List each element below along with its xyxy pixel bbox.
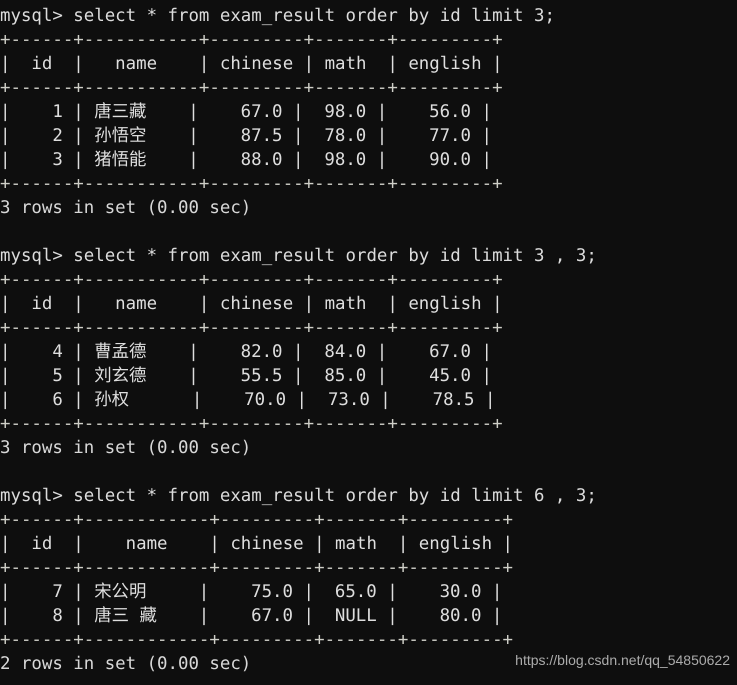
table-row: | 4 | 曹孟德 | 82.0 | 84.0 | 67.0 | <box>0 342 492 362</box>
table-rule-top-2: +------+-----------+---------+-------+--… <box>0 270 503 290</box>
terminal-window[interactable]: mysql> select * from exam_result order b… <box>0 0 737 685</box>
prompt-line-2: mysql> select * from exam_result order b… <box>0 246 597 266</box>
table-row: | 8 | 唐三 藏 | 67.0 | NULL | 80.0 | <box>0 606 503 626</box>
table-header-3: | id | name | chinese | math | english | <box>0 534 514 554</box>
table-row: | 2 | 孙悟空 | 87.5 | 78.0 | 77.0 | <box>0 126 492 146</box>
table-row: | 6 | 孙权 | 70.0 | 73.0 | 78.5 | <box>0 390 496 410</box>
table-rule-top-3: +------+------------+---------+-------+-… <box>0 510 514 530</box>
table-rule-bottom-1: +------+-----------+---------+-------+--… <box>0 174 503 194</box>
table-header-2: | id | name | chinese | math | english | <box>0 294 503 314</box>
table-rule-mid-1: +------+-----------+---------+-------+--… <box>0 78 503 98</box>
table-rule-bottom-3: +------+------------+---------+-------+-… <box>0 630 514 650</box>
watermark: https://blog.csdn.net/qq_54850622 <box>515 652 730 668</box>
table-rule-mid-2: +------+-----------+---------+-------+--… <box>0 318 503 338</box>
table-rule-mid-3: +------+------------+---------+-------+-… <box>0 558 514 578</box>
table-row: | 7 | 宋公明 | 75.0 | 65.0 | 30.0 | <box>0 582 503 602</box>
table-rule-bottom-2: +------+-----------+---------+-------+--… <box>0 414 503 434</box>
status-line-2: 3 rows in set (0.00 sec) <box>0 438 252 458</box>
table-row: | 5 | 刘玄德 | 55.5 | 85.0 | 45.0 | <box>0 366 492 386</box>
prompt-line-1: mysql> select * from exam_result order b… <box>0 6 555 26</box>
table-row: | 3 | 猪悟能 | 88.0 | 98.0 | 90.0 | <box>0 150 492 170</box>
table-rule-top-1: +------+-----------+---------+-------+--… <box>0 30 503 50</box>
table-row: | 1 | 唐三藏 | 67.0 | 98.0 | 56.0 | <box>0 102 492 122</box>
status-line-1: 3 rows in set (0.00 sec) <box>0 198 252 218</box>
prompt-line-3: mysql> select * from exam_result order b… <box>0 486 597 506</box>
table-header-1: | id | name | chinese | math | english | <box>0 54 503 74</box>
terminal-output: mysql> select * from exam_result order b… <box>0 4 737 676</box>
